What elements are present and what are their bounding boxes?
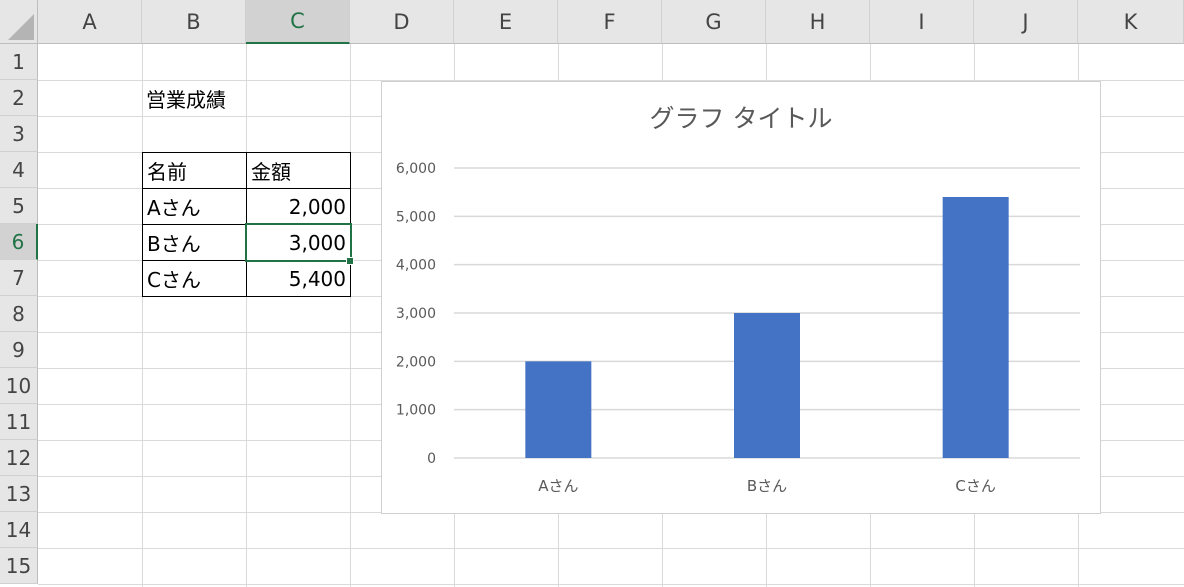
chart-bars <box>525 197 1009 458</box>
y-axis-labels: 0 1,000 2,000 3,000 4,000 5,000 6,000 <box>396 161 436 467</box>
bar-2[interactable] <box>734 313 800 458</box>
row-header-5[interactable]: 5 <box>0 188 38 224</box>
column-header-b[interactable]: B <box>142 0 246 44</box>
y-tick-label-2: 2,000 <box>396 354 436 370</box>
gridline-horizontal <box>38 584 1184 585</box>
cell-c5-amount[interactable]: 2,000 <box>246 188 351 225</box>
fill-handle[interactable] <box>346 257 354 265</box>
cell-c6-amount[interactable]: 3,000 <box>246 224 351 261</box>
column-header-c[interactable]: C <box>246 0 350 44</box>
bar-1[interactable] <box>525 361 592 458</box>
row-header-4[interactable]: 4 <box>0 152 38 188</box>
column-header-g[interactable]: G <box>662 0 766 44</box>
column-header-d[interactable]: D <box>350 0 454 44</box>
y-tick-label-1: 1,000 <box>396 403 436 419</box>
x-tick-label-1: Aさん <box>538 477 578 495</box>
column-header-f[interactable]: F <box>558 0 662 44</box>
gridline-vertical <box>142 44 143 587</box>
y-tick-label-6: 6,000 <box>396 161 436 177</box>
chart-title[interactable]: グラフ タイトル <box>650 104 833 133</box>
column-header-h[interactable]: H <box>766 0 870 44</box>
row-header-6[interactable]: 6 <box>0 224 38 260</box>
column-header-i[interactable]: I <box>870 0 974 44</box>
column-header-j[interactable]: J <box>974 0 1078 44</box>
row-header-11[interactable]: 11 <box>0 404 38 440</box>
column-header-k[interactable]: K <box>1078 0 1184 44</box>
spreadsheet[interactable]: A B C D E F G H I J K 1 2 3 4 5 6 7 8 9 … <box>0 0 1184 587</box>
cell-c4-header-amount[interactable]: 金額 <box>246 152 351 189</box>
x-axis-labels: Aさん Bさん Cさん <box>538 477 996 495</box>
cell-c7-amount[interactable]: 5,400 <box>246 260 351 297</box>
cell-b4-header-name[interactable]: 名前 <box>142 152 247 189</box>
row-header-15[interactable]: 15 <box>0 548 38 584</box>
row-header-13[interactable]: 13 <box>0 476 38 512</box>
column-header-e[interactable]: E <box>454 0 558 44</box>
bar-chart[interactable]: グラフ タイトル 0 1,000 2,000 3,000 4,000 5,000 6,000… <box>381 81 1101 514</box>
row-header-14[interactable]: 14 <box>0 512 38 548</box>
y-tick-label-5: 5,000 <box>396 209 436 225</box>
row-header-10[interactable]: 10 <box>0 368 38 404</box>
bar-3[interactable] <box>942 197 1009 458</box>
cell-b5-name[interactable]: Aさん <box>142 188 247 225</box>
row-header-7[interactable]: 7 <box>0 260 38 296</box>
row-header-8[interactable]: 8 <box>0 296 38 332</box>
select-all-corner[interactable] <box>0 0 38 44</box>
column-header-a[interactable]: A <box>38 0 142 44</box>
x-tick-label-3: Cさん <box>955 477 995 495</box>
select-all-triangle-icon <box>8 14 34 40</box>
row-header-3[interactable]: 3 <box>0 116 38 152</box>
gridline-horizontal <box>38 548 1184 549</box>
x-tick-label-2: Bさん <box>747 477 787 495</box>
row-header-12[interactable]: 12 <box>0 440 38 476</box>
gridline-vertical <box>350 44 351 587</box>
y-tick-label-3: 3,000 <box>396 306 436 322</box>
y-tick-label-0: 0 <box>427 451 436 467</box>
row-header-1[interactable]: 1 <box>0 44 38 80</box>
cell-b7-name[interactable]: Cさん <box>142 260 247 297</box>
row-header-2[interactable]: 2 <box>0 80 38 116</box>
cell-b2-title[interactable]: 営業成績 <box>142 80 246 116</box>
gridline-vertical <box>246 44 247 587</box>
y-tick-label-4: 4,000 <box>396 258 436 274</box>
cell-b6-name[interactable]: Bさん <box>142 224 247 261</box>
row-header-9[interactable]: 9 <box>0 332 38 368</box>
